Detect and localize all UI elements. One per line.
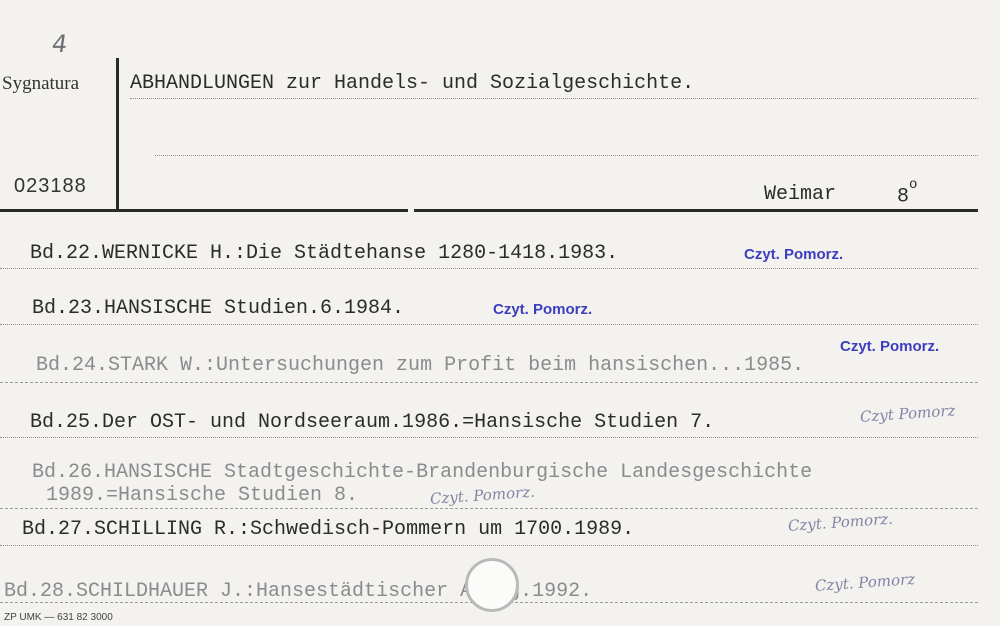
entry-note: Czyt. Pomorz. <box>493 301 593 318</box>
entry-note: Czyt. Pomorz <box>814 570 916 595</box>
entry-rule <box>0 324 978 325</box>
entry-text: Bd.25.Der OST- und Nordseeraum.1986.=Han… <box>30 411 715 434</box>
entry-rule <box>0 545 978 546</box>
entry-rule <box>0 382 978 383</box>
publication-format: 8o <box>897 177 918 209</box>
entry-note: Czyt Pomorz <box>859 401 956 426</box>
entry-note: Czyt. Pomorz. <box>840 338 940 355</box>
title-rule-2 <box>155 155 978 156</box>
entry-text: Bd.24.STARK W.:Untersuchungen zum Profit… <box>36 354 805 377</box>
header-rule-right <box>414 209 978 212</box>
card-title: ABHANDLUNGEN zur Handels- und Sozialgesc… <box>130 72 695 95</box>
entry-note: Czyt. Pomorz. <box>787 509 894 535</box>
entry-text-continued: 1989.=Hansische Studien 8. <box>46 484 359 507</box>
entry-text: Bd.23.HANSISCHE Studien.6.1984. <box>32 297 405 320</box>
entry-text: Bd.26.HANSISCHE Stadtgeschichte-Brandenb… <box>32 461 813 484</box>
publication-place: Weimar <box>764 183 837 206</box>
entry-rule <box>0 268 978 269</box>
entry-text: Bd.22.WERNICKE H.:Die Städtehanse 1280-1… <box>30 242 619 265</box>
entry-rule <box>0 508 978 509</box>
catalog-card: 4 Sygnatura 023188 ABHANDLUNGEN zur Hand… <box>0 0 1000 626</box>
corner-number: 4 <box>50 30 70 58</box>
entry-rule <box>0 437 978 438</box>
signature-number: 023188 <box>14 175 87 197</box>
entry-text: Bd.27.SCHILLING R.:Schwedisch-Pommern um… <box>22 518 635 541</box>
entry-note: Czyt. Pomorz. <box>429 482 536 508</box>
punch-hole <box>465 558 519 612</box>
entry-note: Czyt. Pomorz. <box>744 246 844 263</box>
title-rule-1 <box>130 98 978 99</box>
header-rule-left <box>0 209 408 212</box>
signature-divider <box>116 58 119 210</box>
signature-label: Sygnatura <box>2 73 80 94</box>
printer-note: ZP UMK — 631 82 3000 <box>4 612 113 623</box>
